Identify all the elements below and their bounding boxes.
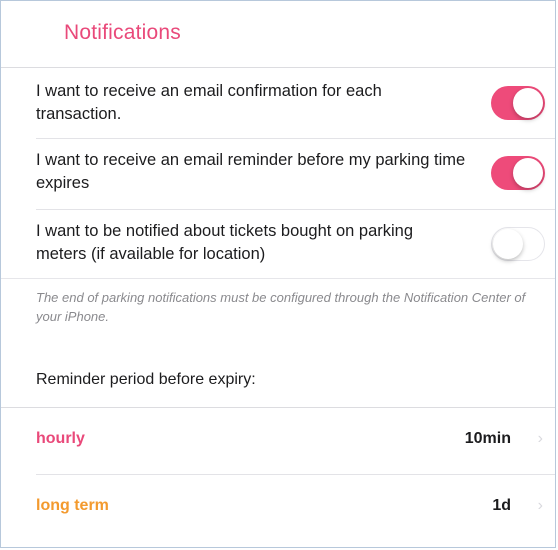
- notifications-screen: Notifications I want to receive an email…: [0, 0, 556, 548]
- setting-row-email-reminder: I want to receive an email reminder befo…: [1, 139, 555, 209]
- reminder-row-name: hourly: [36, 430, 85, 447]
- email-reminder-toggle[interactable]: [491, 156, 545, 190]
- chevron-right-icon: ›: [537, 430, 543, 447]
- reminder-row-value: 10min: [464, 430, 511, 447]
- setting-label: I want to be notified about tickets boug…: [36, 222, 414, 263]
- section-divider: [1, 278, 555, 279]
- toggle-knob: [513, 88, 543, 118]
- toggle-knob: [513, 158, 543, 188]
- setting-label: I want to receive an email reminder befo…: [36, 151, 466, 192]
- email-confirmation-toggle[interactable]: [491, 86, 545, 120]
- setting-label: I want to receive an email confirmation …: [36, 82, 382, 123]
- reminder-row-hourly[interactable]: hourly 10min ›: [1, 408, 555, 474]
- reminder-row-value: 1d: [492, 497, 511, 514]
- toggle-knob: [493, 229, 523, 259]
- header: Notifications: [1, 1, 555, 67]
- meter-tickets-toggle[interactable]: [491, 227, 545, 261]
- reminder-heading: Reminder period before expiry:: [36, 371, 256, 388]
- page-title: Notifications: [64, 21, 181, 44]
- reminder-row-long-term[interactable]: long term 1d ›: [1, 475, 555, 541]
- chevron-right-icon: ›: [537, 497, 543, 514]
- notification-center-note: The end of parking notifications must be…: [36, 290, 526, 324]
- reminder-row-name: long term: [36, 497, 109, 514]
- setting-row-meter-tickets: I want to be notified about tickets boug…: [1, 210, 555, 278]
- setting-row-email-confirmation: I want to receive an email confirmation …: [1, 68, 555, 136]
